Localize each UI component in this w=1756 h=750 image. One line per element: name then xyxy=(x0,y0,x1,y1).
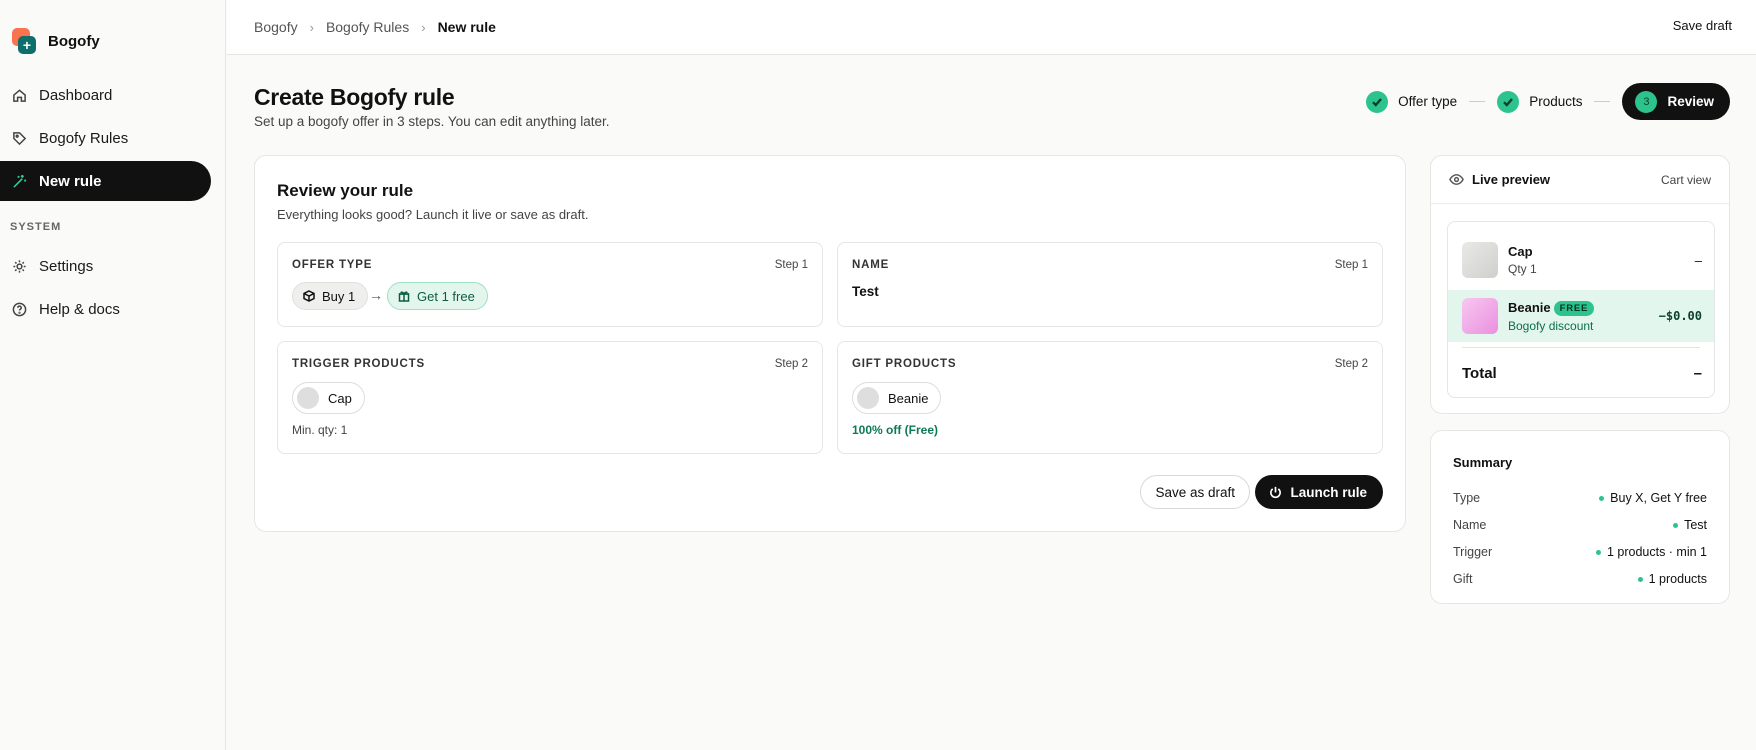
brand-logo-icon: + xyxy=(12,28,36,54)
sidebar-item-help[interactable]: Help & docs xyxy=(0,289,211,329)
summary-row: Trigger 1 products · min 1 xyxy=(1453,545,1707,559)
status-dot xyxy=(1673,522,1679,528)
name-label: NAME xyxy=(852,259,890,271)
breadcrumb-item-bogofy[interactable]: Bogofy xyxy=(254,19,298,35)
tag-icon xyxy=(13,131,27,145)
breadcrumb-item-rules[interactable]: Bogofy Rules xyxy=(326,19,409,35)
step-number: 3 xyxy=(1635,90,1658,113)
preview-title: Live preview xyxy=(1472,172,1551,187)
preview-header: Live preview Cart view xyxy=(1431,156,1729,204)
rule-name-value: Test xyxy=(852,284,879,299)
sidebar-item-bogofy-rules[interactable]: Bogofy Rules xyxy=(0,118,211,158)
cart-preview: Cap Qty 1 – Beanie FREE Bogofy discount −… xyxy=(1447,221,1715,398)
sidebar-item-dashboard[interactable]: Dashboard xyxy=(0,75,211,115)
product-chip: Cap xyxy=(292,382,365,414)
status-dot xyxy=(1595,549,1601,555)
product-thumbnail xyxy=(1462,242,1498,278)
get-chip: Get 1 free xyxy=(387,282,488,310)
name-card[interactable]: NAME Step 1 Test xyxy=(837,242,1383,327)
divider xyxy=(1462,347,1700,348)
review-title: Review your rule xyxy=(277,181,414,200)
gift-icon xyxy=(398,291,410,302)
magic-wand-icon xyxy=(13,174,27,188)
summary-card: Summary Type Buy X, Get Y free Name Test… xyxy=(1430,430,1730,604)
box-icon xyxy=(303,290,315,302)
power-icon xyxy=(1270,486,1282,498)
offer-type-card[interactable]: OFFER TYPE Step 1 Buy 1 → Get 1 free xyxy=(277,242,823,327)
page-title: Create Bogofy rule xyxy=(254,84,455,110)
brand[interactable]: + Bogofy xyxy=(12,28,100,54)
min-qty: Min. qty: 1 xyxy=(292,423,348,437)
step-connector xyxy=(1594,101,1611,102)
step-label: Review xyxy=(1667,94,1714,109)
help-circle-icon xyxy=(12,302,27,316)
sidebar: + Bogofy Dashboard Bogofy Rules New rule… xyxy=(0,0,226,750)
gift-discount: 100% off (Free) xyxy=(852,423,939,437)
launch-rule-button[interactable]: Launch rule xyxy=(1255,475,1383,509)
gift-products-card[interactable]: GIFT PRODUCTS Step 2 Beanie 100% off (Fr… xyxy=(837,341,1383,454)
step-link[interactable]: Step 1 xyxy=(1335,259,1368,271)
page-subtitle: Set up a bogofy offer in 3 steps. You ca… xyxy=(254,114,610,129)
cart-view-toggle[interactable]: Cart view xyxy=(1661,173,1711,187)
arrow-right-icon: → xyxy=(369,287,383,303)
summary-row: Gift 1 products xyxy=(1453,572,1707,586)
sidebar-item-new-rule[interactable]: New rule xyxy=(0,161,211,201)
check-icon xyxy=(1366,90,1389,113)
step-connector xyxy=(1469,101,1486,102)
product-thumbnail xyxy=(857,387,879,409)
save-draft-button[interactable]: Save draft xyxy=(1673,18,1732,33)
item-price: −$0.00 xyxy=(1658,309,1702,323)
breadcrumb: Bogofy › Bogofy Rules › New rule xyxy=(254,19,496,35)
summary-title: Summary xyxy=(1453,455,1513,470)
live-preview-card: Live preview Cart view Cap Qty 1 – Beani… xyxy=(1430,155,1730,414)
sidebar-section-label: SYSTEM xyxy=(10,221,62,233)
offer-type-label: OFFER TYPE xyxy=(292,259,373,271)
breadcrumb-item-current: New rule xyxy=(437,19,496,35)
status-dot xyxy=(1637,576,1643,582)
trigger-products-card[interactable]: TRIGGER PRODUCTS Step 2 Cap Min. qty: 1 xyxy=(277,341,823,454)
brand-name: Bogofy xyxy=(48,32,100,50)
home-icon xyxy=(13,88,26,102)
step-review[interactable]: 3 Review xyxy=(1622,83,1730,120)
product-thumbnail xyxy=(297,387,319,409)
cart-item-free: Beanie FREE Bogofy discount −$0.00 xyxy=(1448,290,1714,342)
eye-icon xyxy=(1449,174,1464,185)
review-subtitle: Everything looks good? Launch it live or… xyxy=(277,207,589,222)
sidebar-item-label: Bogofy Rules xyxy=(39,129,129,147)
buy-chip: Buy 1 xyxy=(292,282,369,310)
step-products[interactable]: Products xyxy=(1497,90,1583,113)
item-price: – xyxy=(1694,252,1702,268)
step-label: Offer type xyxy=(1398,94,1458,109)
summary-row: Type Buy X, Get Y free xyxy=(1453,491,1707,505)
gift-label: GIFT PRODUCTS xyxy=(852,358,957,370)
free-badge: FREE xyxy=(1553,300,1595,316)
stepper: Offer type Products 3 Review xyxy=(1366,83,1730,120)
summary-row: Name Test xyxy=(1453,518,1707,532)
topbar: Bogofy › Bogofy Rules › New rule Save dr… xyxy=(227,0,1756,55)
save-as-draft-button[interactable]: Save as draft xyxy=(1140,475,1250,509)
product-chip: Beanie xyxy=(852,382,942,414)
sidebar-item-settings[interactable]: Settings xyxy=(0,246,211,286)
step-link[interactable]: Step 2 xyxy=(775,358,808,370)
product-thumbnail xyxy=(1462,298,1498,334)
step-label: Products xyxy=(1529,94,1583,109)
gear-icon xyxy=(13,259,26,273)
sidebar-item-label: New rule xyxy=(39,172,102,190)
check-icon xyxy=(1497,90,1520,113)
chevron-right-icon: › xyxy=(421,19,426,35)
step-link[interactable]: Step 1 xyxy=(775,259,808,271)
trigger-label: TRIGGER PRODUCTS xyxy=(292,358,425,370)
status-dot xyxy=(1599,495,1605,501)
chevron-right-icon: › xyxy=(309,19,314,35)
review-card: Review your rule Everything looks good? … xyxy=(254,155,1406,532)
sidebar-item-label: Dashboard xyxy=(39,86,113,104)
sidebar-item-label: Help & docs xyxy=(39,300,120,318)
sidebar-item-label: Settings xyxy=(39,257,94,275)
step-link[interactable]: Step 2 xyxy=(1335,358,1368,370)
step-offer-type[interactable]: Offer type xyxy=(1366,90,1458,113)
cart-total: Total – xyxy=(1462,365,1702,382)
cart-item: Cap Qty 1 – xyxy=(1448,242,1714,278)
